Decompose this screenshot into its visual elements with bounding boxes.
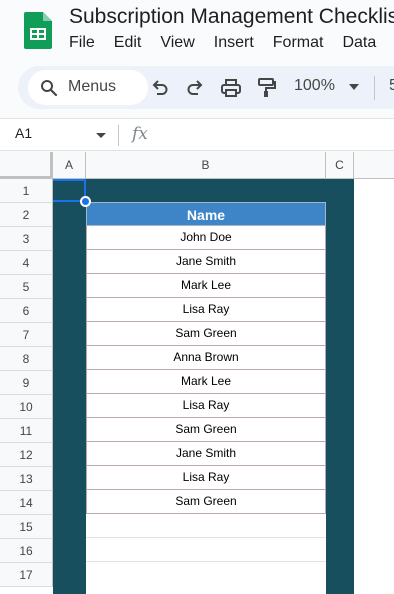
row-header[interactable]: 17 xyxy=(0,563,53,587)
formula-bar: A1 fx xyxy=(0,118,394,151)
row-header[interactable]: 2 xyxy=(0,203,53,227)
name-box[interactable]: A1 xyxy=(15,125,32,141)
menu-search[interactable]: Menus xyxy=(28,70,148,105)
search-icon xyxy=(41,80,58,97)
column-c-cells[interactable] xyxy=(354,179,394,594)
document-title[interactable]: Subscription Management Checklist xyxy=(69,5,394,29)
row-header[interactable]: 10 xyxy=(0,395,53,419)
row-header[interactable]: 7 xyxy=(0,323,53,347)
toolbar: Menus 100% 5 xyxy=(18,66,394,109)
sheets-window: Subscription Management Checklist File E… xyxy=(0,0,394,594)
fill-handle[interactable] xyxy=(80,196,91,207)
row-header[interactable]: 3 xyxy=(0,227,53,251)
name-cell[interactable]: Jane Smith xyxy=(86,250,326,274)
chevron-down-icon[interactable] xyxy=(349,84,359,90)
menu-file[interactable]: File xyxy=(69,34,95,52)
row-header[interactable]: 11 xyxy=(0,419,53,443)
menu-insert[interactable]: Insert xyxy=(214,34,254,52)
column-header-a[interactable]: A xyxy=(53,152,86,179)
row-header[interactable]: 9 xyxy=(0,371,53,395)
formula-divider xyxy=(118,125,119,146)
menu-edit[interactable]: Edit xyxy=(114,34,142,52)
empty-cell[interactable] xyxy=(86,514,326,538)
row-header[interactable]: 15 xyxy=(0,515,53,539)
row-header[interactable]: 6 xyxy=(0,299,53,323)
name-cell[interactable]: Lisa Ray xyxy=(86,394,326,418)
name-cell[interactable]: Sam Green xyxy=(86,322,326,346)
zoom-level[interactable]: 100% xyxy=(294,77,335,95)
sheets-logo-icon[interactable] xyxy=(24,12,52,49)
search-label: Menus xyxy=(68,78,117,95)
sheet-grid[interactable]: A B C 1 2 3 4 5 6 7 8 9 10 11 12 13 14 1… xyxy=(0,152,394,594)
name-cell[interactable]: Mark Lee xyxy=(86,370,326,394)
undo-icon[interactable] xyxy=(149,77,171,99)
empty-cell[interactable] xyxy=(86,562,326,594)
name-header-cell[interactable]: Name xyxy=(86,202,326,226)
empty-cell[interactable] xyxy=(86,538,326,562)
row-header[interactable]: 14 xyxy=(0,491,53,515)
chevron-down-icon[interactable] xyxy=(96,133,106,138)
fx-icon: fx xyxy=(132,124,148,144)
row-header[interactable]: 16 xyxy=(0,539,53,563)
menu-bar: File Edit View Insert Format Data xyxy=(69,34,394,52)
print-icon[interactable] xyxy=(220,77,242,99)
column-header-b[interactable]: B xyxy=(86,152,326,179)
menu-format[interactable]: Format xyxy=(273,34,324,52)
name-cell[interactable]: Lisa Ray xyxy=(86,298,326,322)
menu-data[interactable]: Data xyxy=(342,34,376,52)
name-cell[interactable]: Sam Green xyxy=(86,490,326,514)
row-header[interactable]: 8 xyxy=(0,347,53,371)
name-cell[interactable]: Anna Brown xyxy=(86,346,326,370)
row-header[interactable]: 13 xyxy=(0,467,53,491)
name-cell[interactable]: John Doe xyxy=(86,226,326,250)
row-header[interactable]: 4 xyxy=(0,251,53,275)
row-header[interactable]: 5 xyxy=(0,275,53,299)
row-header[interactable]: 12 xyxy=(0,443,53,467)
font-size-field[interactable]: 5 xyxy=(389,77,394,95)
paint-format-icon[interactable] xyxy=(256,77,278,99)
menu-view[interactable]: View xyxy=(160,34,194,52)
toolbar-divider xyxy=(374,76,375,100)
column-header-c[interactable]: C xyxy=(326,152,354,179)
column-header-d[interactable] xyxy=(354,152,394,179)
select-all-corner[interactable] xyxy=(0,152,53,179)
redo-icon[interactable] xyxy=(184,77,206,99)
name-cell[interactable]: Lisa Ray xyxy=(86,466,326,490)
title-bar: Subscription Management Checklist File E… xyxy=(0,0,394,64)
row-header[interactable]: 1 xyxy=(0,179,53,203)
name-cell[interactable]: Jane Smith xyxy=(86,442,326,466)
name-cell[interactable]: Sam Green xyxy=(86,418,326,442)
name-cell[interactable]: Mark Lee xyxy=(86,274,326,298)
